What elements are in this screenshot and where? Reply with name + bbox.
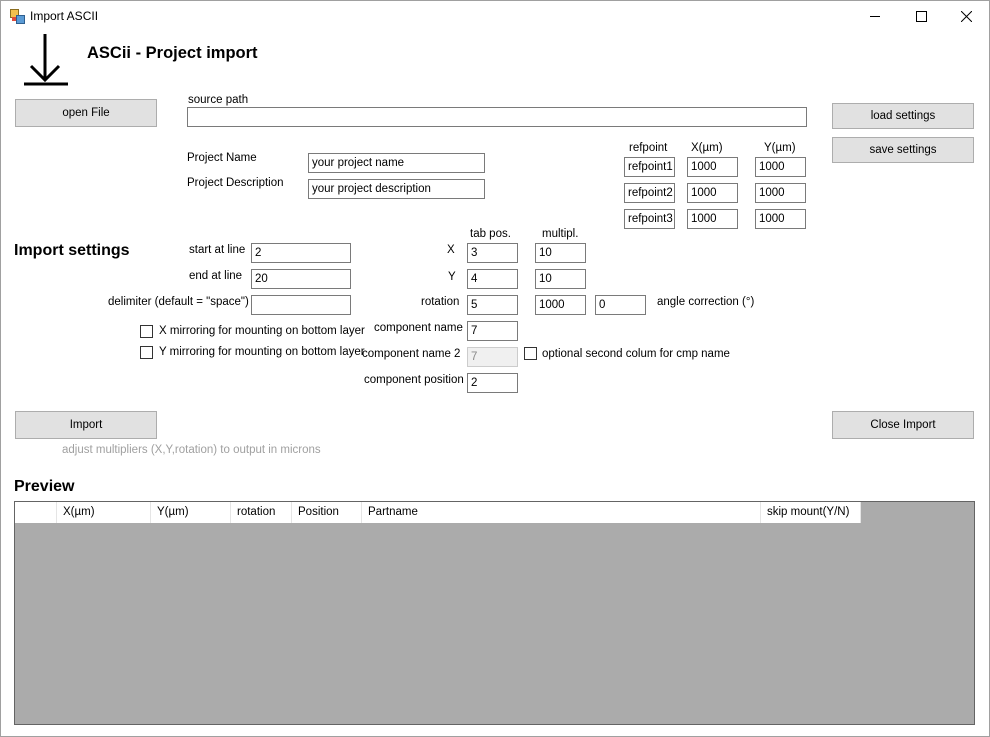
start-line-input[interactable]: 2 — [251, 243, 351, 263]
load-settings-button[interactable]: load settings — [832, 103, 974, 129]
column-header-skip-mount[interactable]: skip mount(Y/N) — [761, 502, 861, 523]
y-tab-input[interactable]: 4 — [467, 269, 518, 289]
source-path-input[interactable] — [187, 107, 807, 127]
x-label: X — [447, 244, 455, 256]
component-name2-tab-input[interactable]: 7 — [467, 347, 518, 367]
import-button[interactable]: Import — [15, 411, 157, 439]
preview-grid[interactable]: X(µm) Y(µm) rotation Position Partname s… — [14, 501, 975, 725]
component-name-tab-input[interactable]: 7 — [467, 321, 518, 341]
refpoint3-name[interactable]: refpoint3 — [624, 209, 675, 229]
delimiter-label: delimiter (default = "space") — [108, 296, 249, 308]
column-header-position[interactable]: Position — [292, 502, 362, 523]
column-header-x[interactable]: X(µm) — [57, 502, 151, 523]
window-title: Import ASCII — [30, 9, 99, 23]
delimiter-input[interactable] — [251, 295, 351, 315]
open-file-button[interactable]: open File — [15, 99, 157, 127]
import-settings-heading: Import settings — [14, 242, 130, 259]
component-position-label: component position — [364, 374, 464, 386]
tab-pos-header: tab pos. — [470, 228, 511, 240]
minimize-button[interactable] — [852, 1, 898, 32]
close-import-button[interactable]: Close Import — [832, 411, 974, 439]
end-line-label: end at line — [189, 270, 243, 282]
end-line-input[interactable]: 20 — [251, 269, 351, 289]
component-name-label: component name — [374, 322, 463, 334]
project-description-input[interactable]: your project description — [308, 179, 485, 199]
rotation-label: rotation — [421, 296, 460, 308]
refpoint3-y-input[interactable]: 1000 — [755, 209, 806, 229]
save-settings-button[interactable]: save settings — [832, 137, 974, 163]
project-name-input[interactable]: your project name — [308, 153, 485, 173]
close-icon — [960, 11, 972, 22]
angle-correction-input[interactable]: 0 — [595, 295, 646, 315]
project-name-label: Project Name — [187, 152, 257, 164]
column-header-y[interactable]: Y(µm) — [151, 502, 231, 523]
rotation-tab-input[interactable]: 5 — [467, 295, 518, 315]
refpoint2-y-input[interactable]: 1000 — [755, 183, 806, 203]
preview-grid-header: X(µm) Y(µm) rotation Position Partname s… — [15, 502, 861, 523]
refpoint2-x-input[interactable]: 1000 — [687, 183, 738, 203]
multiplier-hint: adjust multipliers (X,Y,rotation) to out… — [62, 444, 321, 456]
x-mirroring-checkbox[interactable] — [140, 325, 153, 338]
page-title: ASCii - Project import — [87, 44, 258, 62]
maximize-button[interactable] — [898, 1, 944, 32]
refpoint-y-header: Y(µm) — [764, 142, 796, 154]
app-icon — [10, 9, 25, 24]
refpoint-x-header: X(µm) — [691, 142, 723, 154]
y-mirroring-label: Y mirroring for mounting on bottom layer — [159, 346, 365, 358]
refpoint1-x-input[interactable]: 1000 — [687, 157, 738, 177]
x-multiplier-input[interactable]: 10 — [535, 243, 586, 263]
y-mirroring-checkbox[interactable] — [140, 346, 153, 359]
y-multiplier-input[interactable]: 10 — [535, 269, 586, 289]
title-bar[interactable]: Import ASCII — [1, 1, 989, 32]
y-label: Y — [448, 271, 456, 283]
optional-second-column-checkbox[interactable] — [524, 347, 537, 360]
component-position-tab-input[interactable]: 2 — [467, 373, 518, 393]
refpoint3-x-input[interactable]: 1000 — [687, 209, 738, 229]
download-icon — [24, 34, 68, 86]
refpoint-header: refpoint — [629, 142, 668, 154]
column-header-partname[interactable]: Partname — [362, 502, 761, 523]
optional-second-column-label: optional second colum for cmp name — [542, 348, 730, 360]
row-header-corner — [15, 502, 57, 523]
refpoint2-name[interactable]: refpoint2 — [624, 183, 675, 203]
x-tab-input[interactable]: 3 — [467, 243, 518, 263]
project-description-label: Project Description — [187, 177, 284, 189]
x-mirroring-label: X mirroring for mounting on bottom layer — [159, 325, 365, 337]
preview-heading: Preview — [14, 478, 75, 495]
maximize-icon — [915, 11, 927, 22]
rotation-multiplier-input[interactable]: 1000 — [535, 295, 586, 315]
component-name2-label: component name 2 — [362, 348, 461, 360]
close-window-button[interactable] — [943, 1, 989, 32]
import-ascii-window: Import ASCII ASCii - Project import open… — [0, 0, 990, 737]
refpoint1-y-input[interactable]: 1000 — [755, 157, 806, 177]
column-header-rotation[interactable]: rotation — [231, 502, 292, 523]
angle-correction-label: angle correction (°) — [657, 296, 755, 308]
start-line-label: start at line — [189, 244, 246, 256]
multiplier-header: multipl. — [542, 228, 579, 240]
refpoint1-name[interactable]: refpoint1 — [624, 157, 675, 177]
source-path-label: source path — [188, 94, 249, 106]
minimize-icon — [869, 16, 880, 17]
